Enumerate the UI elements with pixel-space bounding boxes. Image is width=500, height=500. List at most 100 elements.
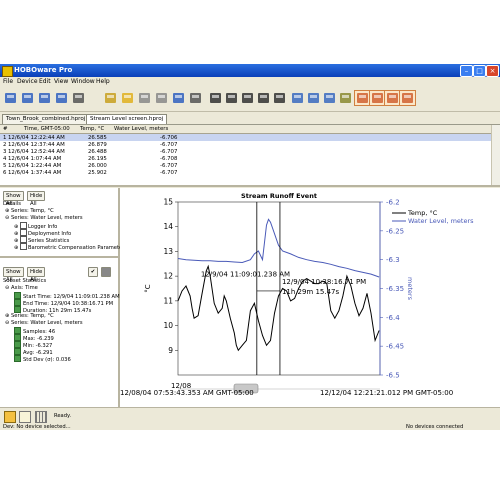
close-all-icon[interactable] [154, 91, 169, 105]
stat-icon [14, 299, 21, 306]
status-icon[interactable] [37, 91, 52, 105]
menu-device[interactable]: Device [17, 78, 38, 85]
table-row[interactable]: 5 12/6/04 1:22:44 AM 26.000 -6.707 [0, 162, 500, 169]
subset-hide-all-button[interactable]: Hide All [27, 267, 46, 283]
close-button[interactable]: × [486, 65, 499, 77]
info-icon [20, 243, 27, 250]
subset-show-all-button[interactable]: Show All [3, 267, 24, 283]
table-scrollbar[interactable] [491, 125, 500, 185]
title-bar: HOBOware Pro – □ × [0, 64, 500, 77]
launch-icon[interactable] [3, 91, 18, 105]
menu-file[interactable]: File [3, 78, 13, 85]
details-panel: Show All Hide All Details ⊕ Series: Temp… [0, 188, 122, 407]
menu-edit[interactable]: Edit [39, 78, 51, 85]
chart-export-icon[interactable] [399, 90, 416, 106]
y-left-tick-label: 12 [163, 272, 173, 281]
menu-help[interactable]: Help [96, 78, 110, 85]
chart-panel: Stream Runoff Event 9 10 11 12 13 14 15 °C -6.2 -6… [120, 188, 500, 407]
note-icon[interactable] [19, 411, 31, 423]
pan-icon[interactable] [240, 91, 255, 105]
table-row[interactable]: 4 12/6/04 1:07:44 AM 26.195 -6.708 [0, 155, 500, 162]
runoff-chart[interactable]: Stream Runoff Event 9 10 11 12 13 14 15 °C -6.2 -6… [120, 188, 500, 407]
status-ready: Ready. [54, 413, 72, 419]
highlight-icon[interactable] [338, 91, 353, 105]
tree-barometric[interactable]: ⊕ Barometric Compensation Paramete [14, 243, 122, 251]
color-swatch-icon[interactable] [101, 267, 111, 277]
tree-subset-temp[interactable]: ⊕ Series: Temp, °C [5, 313, 54, 319]
stat-icon [14, 341, 21, 348]
info-icon [20, 229, 27, 236]
y-right-tick-label: -6.5 [386, 372, 400, 380]
y-right-axis-label: meters [406, 277, 414, 301]
toolbar [0, 86, 500, 112]
close-file-icon[interactable] [137, 91, 152, 105]
table-row[interactable]: 6 12/6/04 1:37:44 AM 25.902 -6.707 [0, 169, 500, 176]
x-start-label: 12/08/04 07:53:43.353 AM GMT-05:00 [120, 389, 254, 397]
chart-series-icon[interactable] [384, 90, 401, 106]
table-row[interactable]: 1 12/6/04 12:22:44 AM 26.585 -6.706 [0, 134, 500, 141]
zoom-icon[interactable] [256, 91, 271, 105]
checkmark-icon[interactable]: ✔ [88, 267, 98, 277]
y-right-tick-label: -6.2 [386, 199, 400, 207]
subset-heading: Subset Statistics [3, 278, 47, 284]
details-show-all-button[interactable]: Show All [3, 191, 24, 207]
column-header-index[interactable]: # [3, 126, 8, 132]
info-icon [20, 222, 27, 229]
chart-overlay-icon[interactable] [369, 90, 386, 106]
menu-view[interactable]: View [54, 78, 68, 85]
table-row[interactable]: 2 12/6/04 12:37:44 AM 26.879 -6.707 [0, 141, 500, 148]
data-table: # Time, GMT-05:00 Temp, °C Water Level, … [0, 125, 500, 187]
status-connection: No devices connected [406, 424, 464, 430]
panel-divider[interactable] [0, 256, 118, 258]
minimize-button[interactable]: – [460, 65, 473, 77]
maximize-button[interactable]: □ [473, 65, 486, 77]
document-tabs: Town_Brook_combined.hproj Stream Level s… [0, 112, 500, 125]
tab-stream-level[interactable]: Stream Level screen.hproj [86, 114, 168, 124]
stat-icon [14, 355, 21, 362]
pointer-icon[interactable] [208, 91, 223, 105]
x-end-label: 12/12/04 12:21:21.012 PM GMT-05:00 [320, 389, 453, 397]
column-header-temp[interactable]: Temp, °C [80, 126, 104, 132]
zoom-reset-icon[interactable] [322, 91, 337, 105]
subset-std-dev: Std Dev (σ): 0.036 [14, 355, 71, 363]
column-header-time[interactable]: Time, GMT-05:00 [24, 126, 70, 132]
zoom-out-icon[interactable] [306, 91, 321, 105]
device-dropdown-icon[interactable] [71, 91, 86, 105]
readout-icon[interactable] [20, 91, 35, 105]
open-icon[interactable] [120, 91, 135, 105]
column-header-water-level[interactable]: Water Level, meters [114, 126, 168, 132]
print-icon[interactable] [188, 91, 203, 105]
relaunch-icon[interactable] [54, 91, 69, 105]
legend-temp-label: Temp, °C [407, 209, 438, 217]
new-icon[interactable] [103, 91, 118, 105]
y-right-tick-label: -6.4 [386, 314, 400, 322]
y-right-tick-label: -6.35 [386, 285, 404, 293]
details-heading: Details [3, 201, 21, 207]
zoom-in-icon[interactable] [290, 91, 305, 105]
cursor-start-label: 12/9/04 11:09:01.238 AM [201, 271, 290, 279]
save-icon[interactable] [171, 91, 186, 105]
y-left-axis-label: °C [144, 284, 152, 293]
y-left-tick-label: 14 [163, 222, 173, 231]
status-device: Dev: No device selected... [3, 424, 71, 430]
sigma-icon [20, 236, 27, 243]
folder-icon[interactable] [4, 411, 16, 423]
columns-icon[interactable] [35, 411, 47, 423]
chart-options-icon[interactable] [354, 90, 371, 106]
menu-window[interactable]: Window [71, 78, 95, 85]
tab-town-brook[interactable]: Town_Brook_combined.hproj [2, 114, 90, 124]
marker-icon[interactable] [272, 91, 287, 105]
table-row[interactable]: 3 12/6/04 12:52:44 AM 26.488 -6.707 [0, 148, 500, 155]
row-index: 6 [3, 170, 7, 176]
tree-series-temp[interactable]: ⊕ Series: Temp, °C [5, 208, 54, 214]
tree-series-water[interactable]: ⊖ Series: Water Level, meters [5, 215, 83, 221]
stat-icon [14, 327, 21, 334]
app-window: HOBOware Pro – □ × File Device Edit View… [0, 64, 500, 430]
tree-axis-time[interactable]: ⊖ Axis: Time [5, 285, 38, 291]
legend-water-label: Water Level, meters [408, 217, 474, 225]
stat-icon [14, 292, 21, 299]
stat-icon [14, 306, 21, 313]
crosshair-icon[interactable] [224, 91, 239, 105]
details-hide-all-button[interactable]: Hide All [27, 191, 46, 207]
tree-subset-water[interactable]: ⊖ Series: Water Level, meters [5, 320, 83, 326]
